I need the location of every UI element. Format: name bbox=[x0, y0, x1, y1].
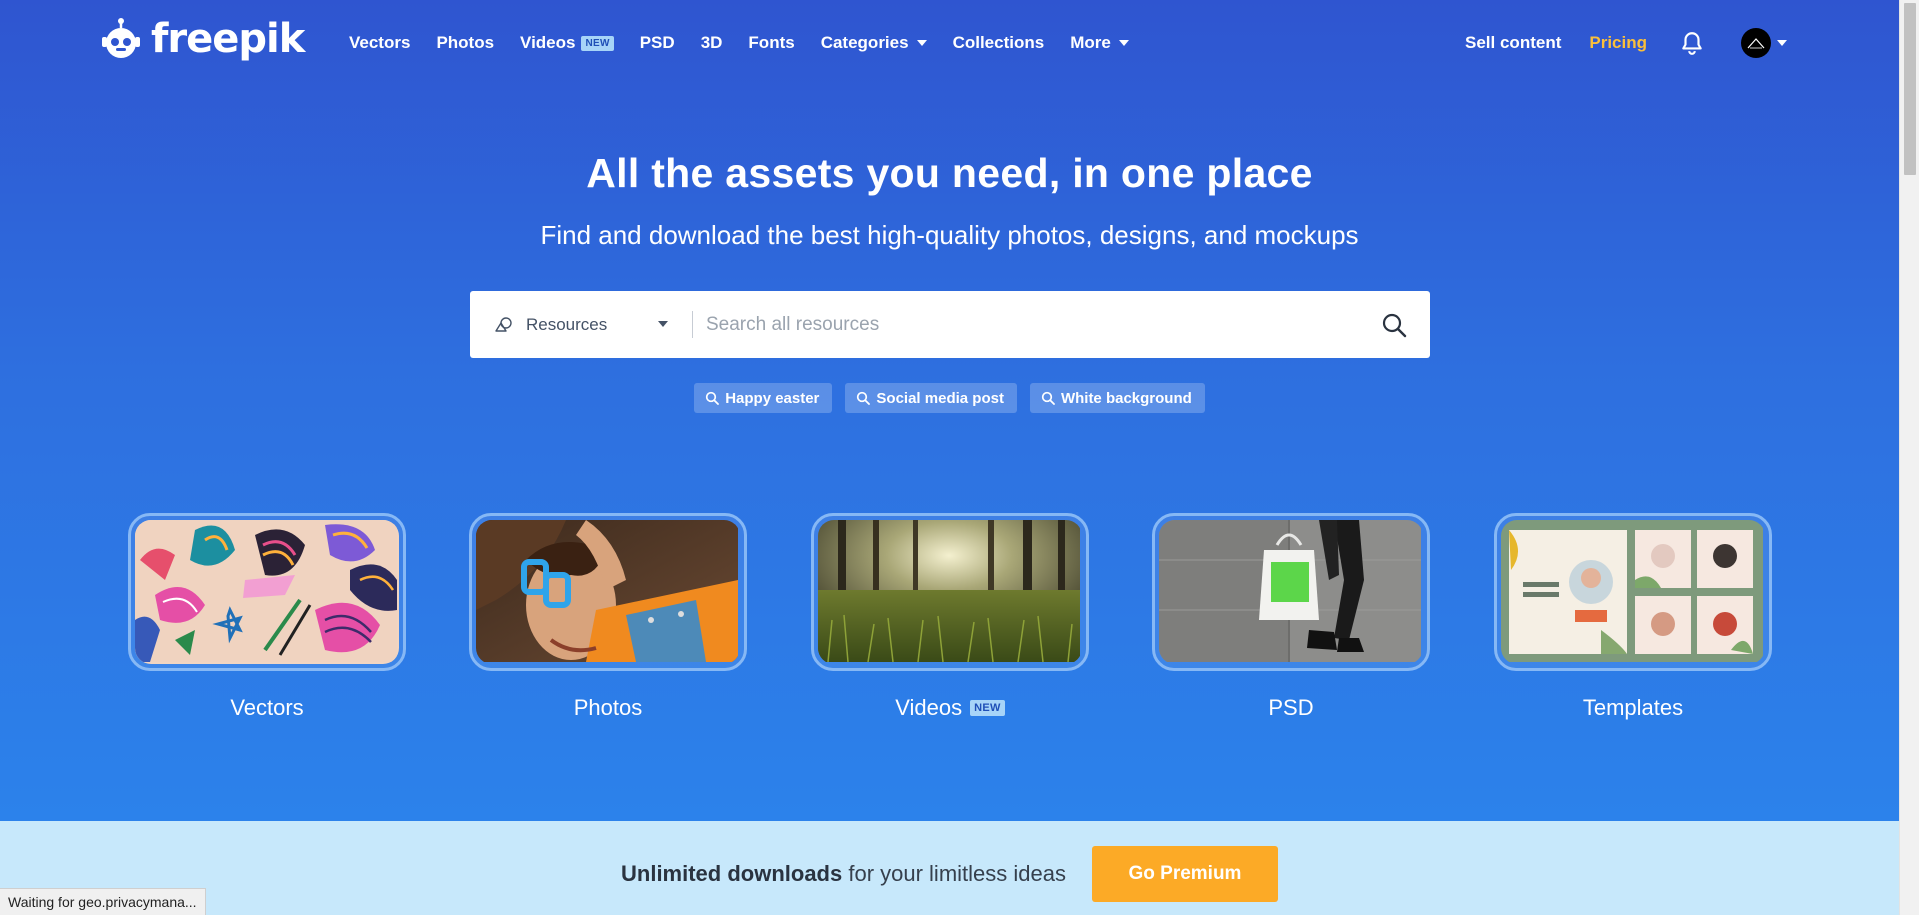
premium-content: Unlimited downloads for your limitless i… bbox=[621, 846, 1278, 902]
premium-text-bold: Unlimited downloads bbox=[621, 861, 843, 886]
woman-with-glasses-image bbox=[476, 520, 738, 662]
user-menu[interactable] bbox=[1741, 28, 1787, 58]
nav-link-videos[interactable]: Videos NEW bbox=[520, 33, 614, 53]
search-bar: Resources bbox=[470, 291, 1430, 358]
nav-link-label: Videos bbox=[520, 33, 576, 52]
nav-link-label: Categories bbox=[820, 33, 909, 52]
top-nav: freepik Vectors Photos Videos NEW PSD 3D… bbox=[0, 0, 1899, 86]
nav-link-psd[interactable]: PSD bbox=[640, 33, 675, 53]
templates-thumbnail bbox=[1501, 520, 1765, 664]
category-card-photos[interactable]: Photos bbox=[469, 513, 747, 721]
search-icon bbox=[1382, 313, 1407, 337]
logo-text: freepik bbox=[151, 16, 305, 62]
chevron-down-icon bbox=[916, 40, 927, 46]
suggestion-chip[interactable]: Social media post bbox=[845, 383, 1017, 413]
resource-type-select[interactable]: Resources bbox=[470, 291, 692, 358]
nav-link-label: Vectors bbox=[349, 33, 411, 52]
pricing-link[interactable]: Pricing bbox=[1589, 33, 1647, 53]
category-name: Photos bbox=[573, 695, 643, 720]
suggestion-label: White background bbox=[1060, 389, 1192, 407]
nav-link-label: PSD bbox=[639, 33, 675, 52]
category-card-templates[interactable]: Templates bbox=[1494, 513, 1772, 721]
nav-links: Vectors Photos Videos NEW PSD 3D Fonts C… bbox=[349, 28, 1155, 58]
category-name: Vectors bbox=[230, 695, 304, 720]
chevron-down-icon bbox=[1777, 40, 1787, 46]
browser-viewport: freepik Vectors Photos Videos NEW PSD 3D… bbox=[0, 0, 1899, 915]
search-suggestions: Happy easter Social media post White bac… bbox=[0, 383, 1899, 413]
nav-link-label: 3D bbox=[700, 33, 723, 52]
nav-link-vectors[interactable]: Vectors bbox=[349, 33, 410, 53]
category-name: PSD bbox=[1268, 695, 1314, 720]
page-title: All the assets you need, in one place bbox=[586, 150, 1313, 196]
premium-text: Unlimited downloads for your limitless i… bbox=[621, 861, 1066, 887]
psd-thumbnail bbox=[1159, 520, 1423, 664]
photos-thumbnail bbox=[476, 520, 740, 664]
category-name: Templates bbox=[1582, 695, 1684, 720]
abstract-pattern-image bbox=[135, 520, 397, 662]
category-label: Photos bbox=[469, 695, 747, 721]
nav-link-more[interactable]: More bbox=[1070, 33, 1129, 53]
scrollbar-thumb[interactable] bbox=[1904, 3, 1916, 175]
page-subtitle: Find and download the best high-quality … bbox=[540, 220, 1359, 250]
category-frame bbox=[1152, 513, 1430, 671]
nav-link-label: More bbox=[1070, 33, 1111, 52]
nav-link-3d[interactable]: 3D bbox=[701, 33, 723, 53]
tote-bag-mockup-image bbox=[1159, 520, 1421, 662]
shapes-icon bbox=[495, 316, 512, 332]
search-icon bbox=[1041, 391, 1055, 405]
category-cards: Vectors Photos Videos NEW PSD Templates bbox=[128, 513, 1772, 723]
category-frame bbox=[128, 513, 406, 671]
new-badge: NEW bbox=[581, 35, 614, 51]
category-label: Vectors bbox=[128, 695, 406, 721]
search-input[interactable] bbox=[693, 291, 1358, 358]
mountain-logo-icon bbox=[1747, 38, 1765, 49]
nav-link-collections[interactable]: Collections bbox=[953, 33, 1045, 53]
avatar bbox=[1741, 28, 1771, 58]
category-card-videos[interactable]: Videos NEW bbox=[811, 513, 1089, 721]
go-premium-button[interactable]: Go Premium bbox=[1091, 846, 1278, 902]
nav-link-fonts[interactable]: Fonts bbox=[748, 33, 794, 53]
premium-text-rest: for your limitless ideas bbox=[842, 861, 1066, 886]
hero-section: freepik Vectors Photos Videos NEW PSD 3D… bbox=[0, 0, 1899, 821]
nav-link-label: Photos bbox=[436, 33, 495, 52]
freepik-logo[interactable]: freepik bbox=[99, 14, 305, 64]
category-label: Videos NEW bbox=[811, 695, 1089, 721]
nav-link-label: Fonts bbox=[748, 33, 795, 52]
suggestion-chip[interactable]: Happy easter bbox=[694, 383, 833, 413]
new-badge: NEW bbox=[970, 700, 1005, 716]
suggestion-label: Social media post bbox=[876, 389, 1004, 407]
nav-link-label: Collections bbox=[952, 33, 1045, 52]
nav-link-photos[interactable]: Photos bbox=[436, 33, 494, 53]
chevron-down-icon bbox=[1118, 40, 1129, 46]
forest-grass-image bbox=[818, 520, 1080, 663]
freepik-robot-icon bbox=[102, 18, 140, 58]
premium-banner: Unlimited downloads for your limitless i… bbox=[0, 821, 1899, 915]
category-frame bbox=[469, 513, 747, 671]
sell-content-link[interactable]: Sell content bbox=[1465, 33, 1561, 53]
category-card-psd[interactable]: PSD bbox=[1152, 513, 1430, 721]
nav-right: Sell content Pricing bbox=[1465, 24, 1899, 62]
resource-type-label: Resources bbox=[526, 314, 608, 334]
social-templates-image bbox=[1501, 520, 1763, 662]
category-label: Templates bbox=[1494, 695, 1772, 721]
browser-status-bar: Waiting for geo.privacymana... bbox=[0, 888, 206, 915]
category-name: Videos bbox=[895, 695, 963, 720]
vectors-thumbnail bbox=[135, 520, 399, 664]
category-frame bbox=[1494, 513, 1772, 671]
search-button[interactable] bbox=[1358, 291, 1430, 358]
category-label: PSD bbox=[1152, 695, 1430, 721]
search-icon bbox=[857, 391, 871, 405]
category-frame bbox=[811, 513, 1089, 671]
suggestion-label: Happy easter bbox=[725, 389, 820, 407]
suggestion-chip[interactable]: White background bbox=[1029, 383, 1205, 413]
chevron-down-icon bbox=[658, 321, 668, 327]
vertical-scrollbar[interactable] bbox=[1899, 0, 1919, 915]
search-icon bbox=[706, 391, 720, 405]
bell-icon[interactable] bbox=[1679, 30, 1705, 56]
nav-link-categories[interactable]: Categories bbox=[821, 33, 927, 53]
videos-thumbnail bbox=[818, 520, 1082, 664]
category-card-vectors[interactable]: Vectors bbox=[128, 513, 406, 721]
